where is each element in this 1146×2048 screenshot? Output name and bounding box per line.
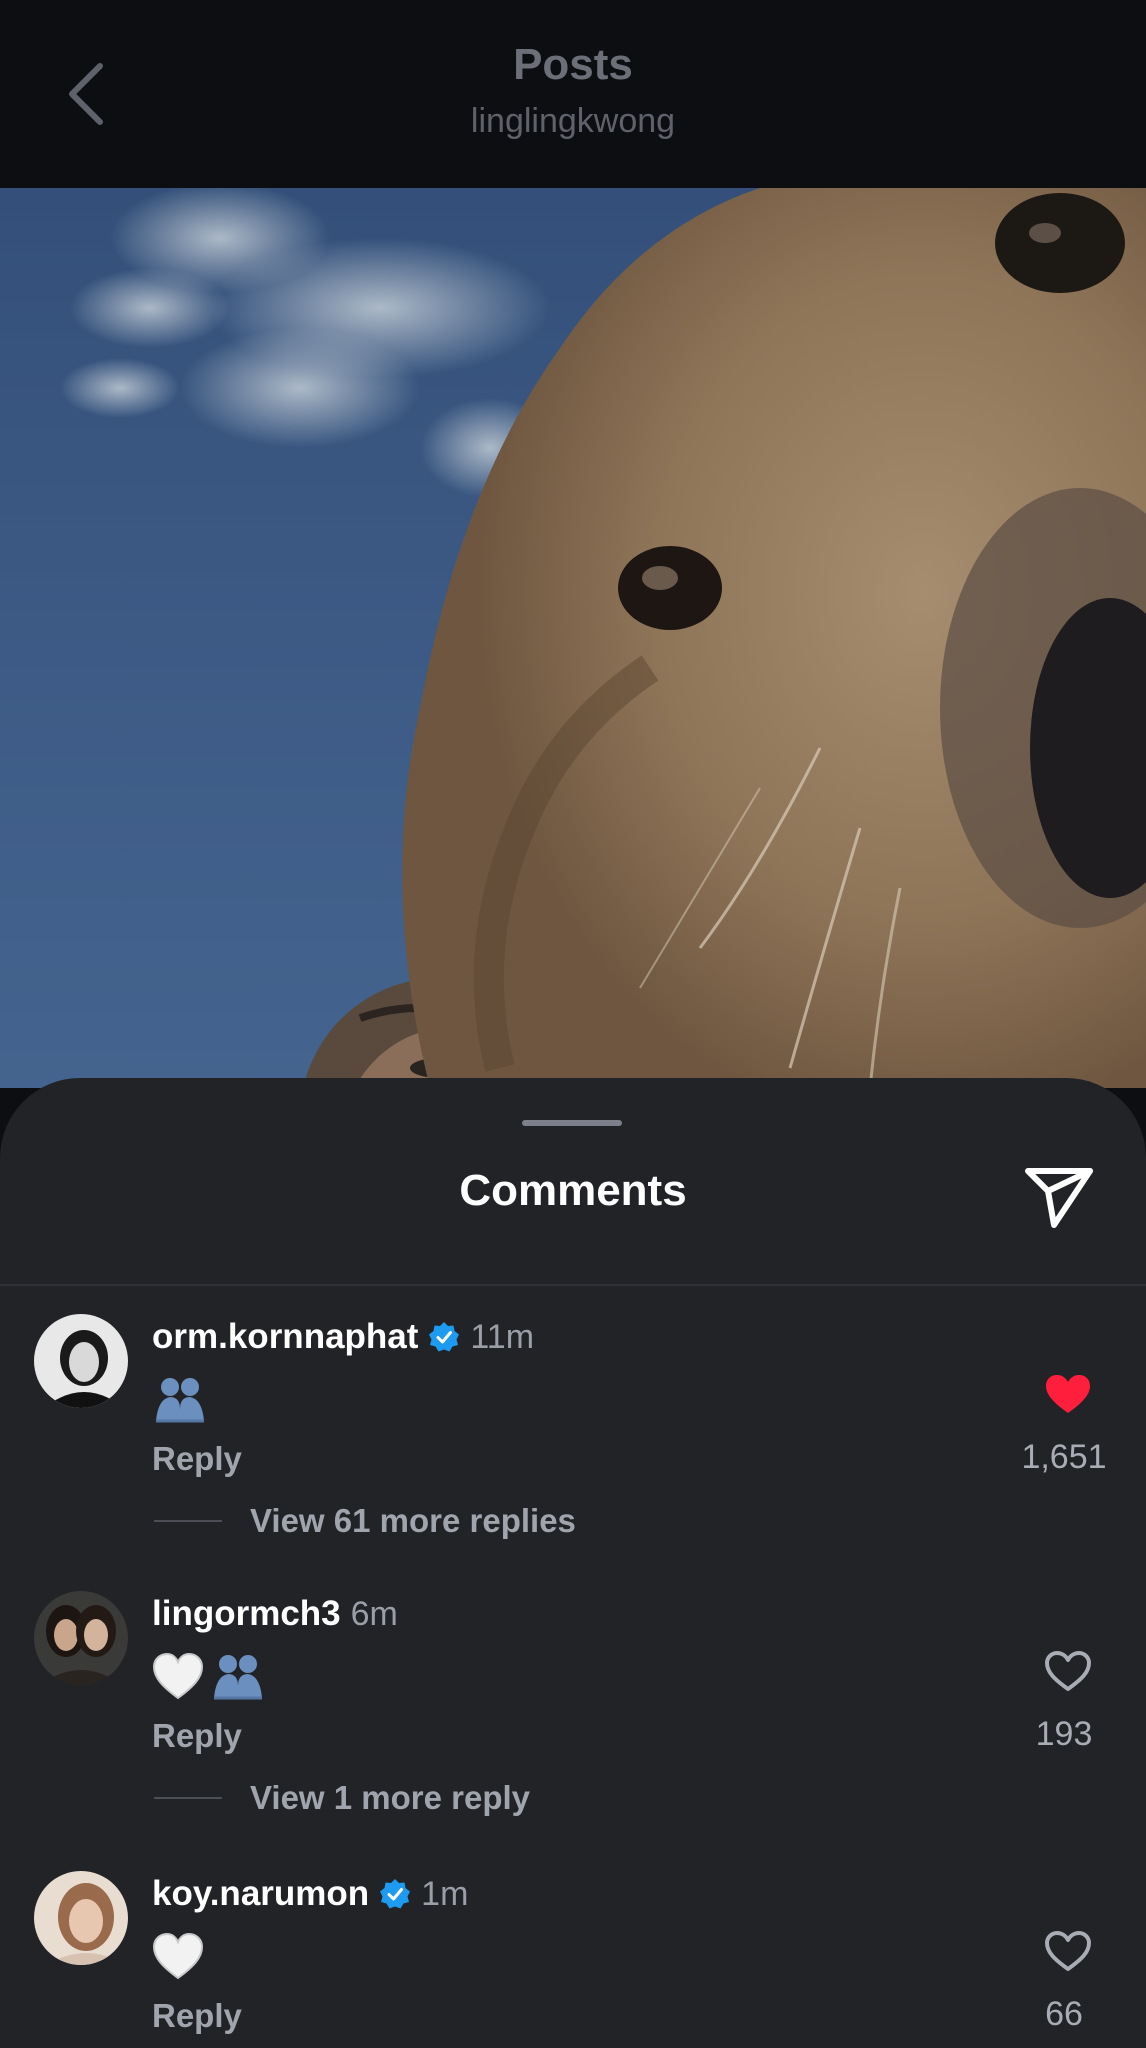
view-replies-label: View 61 more replies [250,1502,576,1539]
like-button[interactable] [1028,1366,1108,1422]
account-username[interactable]: linglingkwong [0,102,1146,141]
reply-button[interactable]: Reply [152,1440,242,1478]
avatar[interactable] [34,1871,128,1965]
heart-filled-icon [1046,1375,1090,1413]
white-heart-emoji [152,1932,204,1980]
reply-thread-line [154,1520,222,1522]
comment-text [152,1927,204,1985]
page-title: Posts [513,40,633,89]
avatar[interactable] [34,1314,128,1408]
comment-username[interactable]: orm.kornnaphat [152,1317,418,1357]
blue-hearts-emoji [156,1378,204,1423]
heart-outline-icon [1045,1651,1091,1691]
sheet-grabber-handle[interactable] [522,1120,622,1126]
top-navigation-bar: Posts linglingkwong [0,0,1146,188]
instagram-comments-screen: Posts linglingkwong Comments orm.kornnap… [0,0,1146,2048]
like-count: 193 [1035,1715,1093,1753]
heart-outline-icon [1045,1931,1091,1971]
view-replies-label: View 1 more reply [250,1779,531,1816]
reply-button[interactable]: Reply [152,1717,242,1755]
comment-header: orm.kornnaphat 11m [152,1314,534,1360]
share-button[interactable] [1022,1160,1096,1234]
avatar[interactable] [34,1591,128,1685]
comment-header: lingormch3 6m [152,1591,398,1637]
post-photo[interactable] [0,188,1146,1088]
blue-hearts-emoji [214,1655,262,1700]
like-count: 1,651 [1021,1438,1107,1476]
reply-thread-line [154,1797,222,1799]
verified-badge-icon [428,1321,460,1353]
comment-timestamp: 11m [470,1317,535,1356]
like-button[interactable] [1028,1643,1108,1699]
comment-header: koy.narumon 1m [152,1871,468,1917]
reply-button[interactable]: Reply [152,1997,242,2035]
comment-timestamp: 6m [350,1594,398,1633]
white-heart-emoji [152,1652,204,1700]
like-button[interactable] [1028,1923,1108,1979]
view-more-replies-button[interactable]: View 61 more replies [154,1502,576,1540]
sheet-divider [0,1284,1146,1286]
comments-title: Comments [459,1166,687,1215]
comments-sheet: Comments orm.kornnaphat 11m Reply 1,651 … [0,1078,1146,2048]
comment-text [152,1370,208,1428]
verified-badge-icon [379,1878,411,1910]
view-more-replies-button[interactable]: View 1 more reply [154,1779,530,1817]
comment-text [152,1647,266,1705]
comment-timestamp: 1m [421,1874,469,1913]
comment-username[interactable]: koy.narumon [152,1874,369,1914]
paper-plane-icon [1025,1168,1093,1228]
like-count: 66 [1045,1995,1083,2033]
comment-username[interactable]: lingormch3 [152,1594,341,1634]
